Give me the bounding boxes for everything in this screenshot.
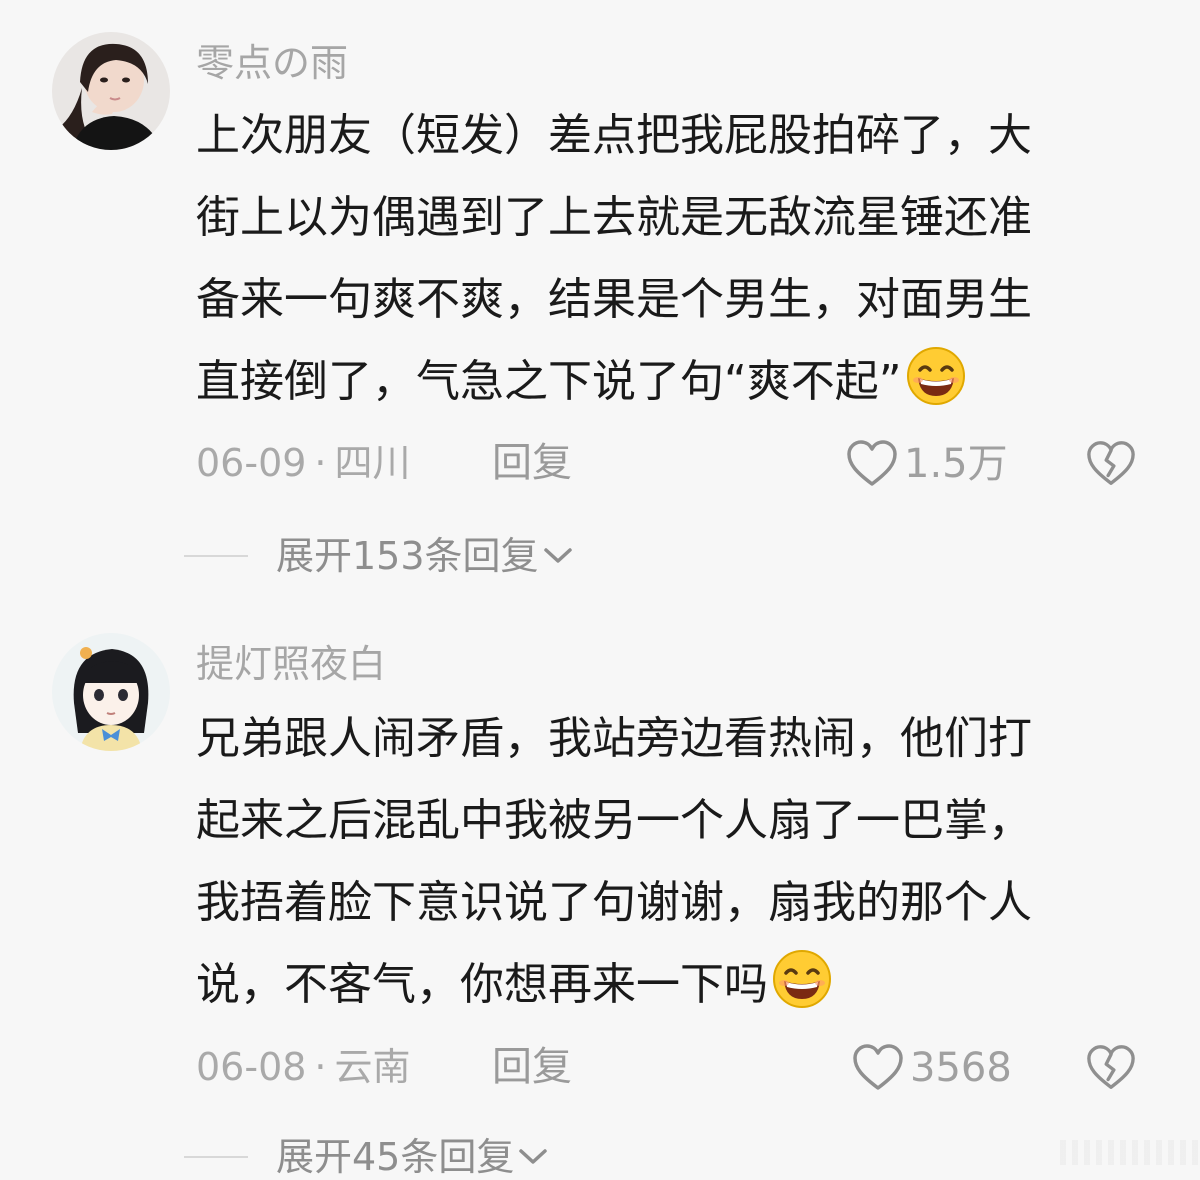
divider [184,1156,248,1158]
comment-text-line: 兄弟跟人闹矛盾，我站旁边看热闹，他们打 [196,713,1032,764]
comment-text-line: 街上以为偶遇到了上去就是无敌流星锤还准 [196,192,1032,243]
reply-button[interactable]: 回复 [492,1044,572,1090]
watermark [1060,1140,1200,1165]
heart-icon [847,440,897,486]
comment-username[interactable]: 零点の雨 [196,40,348,86]
like-count: 1.5万 [904,441,1008,487]
dislike-button[interactable] [1086,1044,1136,1096]
broken-heart-icon [1087,441,1135,485]
comment-text-line: 我捂着脸下意识说了句谢谢，扇我的那个人 [196,877,1032,928]
comment-text-line: 备来一句爽不爽，结果是个男生，对面男生 [196,274,1032,325]
expand-replies-label: 展开45条回复 [276,1135,515,1179]
comment-text-line: 直接倒了，气急之下说了句“爽不起” [196,341,1146,423]
dislike-button[interactable] [1086,440,1136,492]
comment-text-line: 说，不客气，你想再来一下吗 [196,944,1146,1026]
comment-text-line: 上次朋友（短发）差点把我屁股拍碎了，大 [196,110,1032,161]
comment-meta: 06-08 · 云南 [196,1044,411,1090]
avatar-photo [52,32,170,150]
comment-username[interactable]: 提灯照夜白 [196,641,386,687]
broken-heart-icon [1087,1045,1135,1089]
heart-icon [853,1044,903,1090]
comment-text-line: 起来之后混乱中我被另一个人扇了一巴掌， [196,795,1032,846]
divider [184,555,248,557]
chevron-down-icon [519,1149,548,1164]
like-button[interactable]: 1.5万 [846,440,1008,488]
comment-text: 上次朋友（短发）差点把我屁股拍碎了，大 街上以为偶遇到了上去就是无敌流星锤还准 … [196,95,1146,423]
user-avatar[interactable] [52,32,170,150]
grinning-squint-emoji-icon [906,347,965,405]
comment-date: 06-09 [196,441,307,485]
meta-separator: · [314,1045,327,1089]
like-button[interactable]: 3568 [852,1044,1012,1092]
comment-meta: 06-09 · 四川 [196,440,411,486]
reply-button[interactable]: 回复 [492,440,572,486]
avatar-illustration [52,633,170,751]
expand-replies-button[interactable]: 展开153条回复 [184,533,573,579]
meta-separator: · [314,441,327,485]
expand-replies-label: 展开153条回复 [276,534,539,578]
comment-location: 四川 [334,441,411,485]
user-avatar[interactable] [52,633,170,751]
grinning-squint-emoji-icon [773,950,831,1008]
like-count: 3568 [910,1045,1012,1091]
expand-replies-button[interactable]: 展开45条回复 [184,1134,548,1180]
chevron-down-icon [543,548,572,563]
comment-date: 06-08 [196,1045,307,1089]
comment-text: 兄弟跟人闹矛盾，我站旁边看热闹，他们打 起来之后混乱中我被另一个人扇了一巴掌， … [196,698,1146,1026]
comment-location: 云南 [334,1045,411,1089]
